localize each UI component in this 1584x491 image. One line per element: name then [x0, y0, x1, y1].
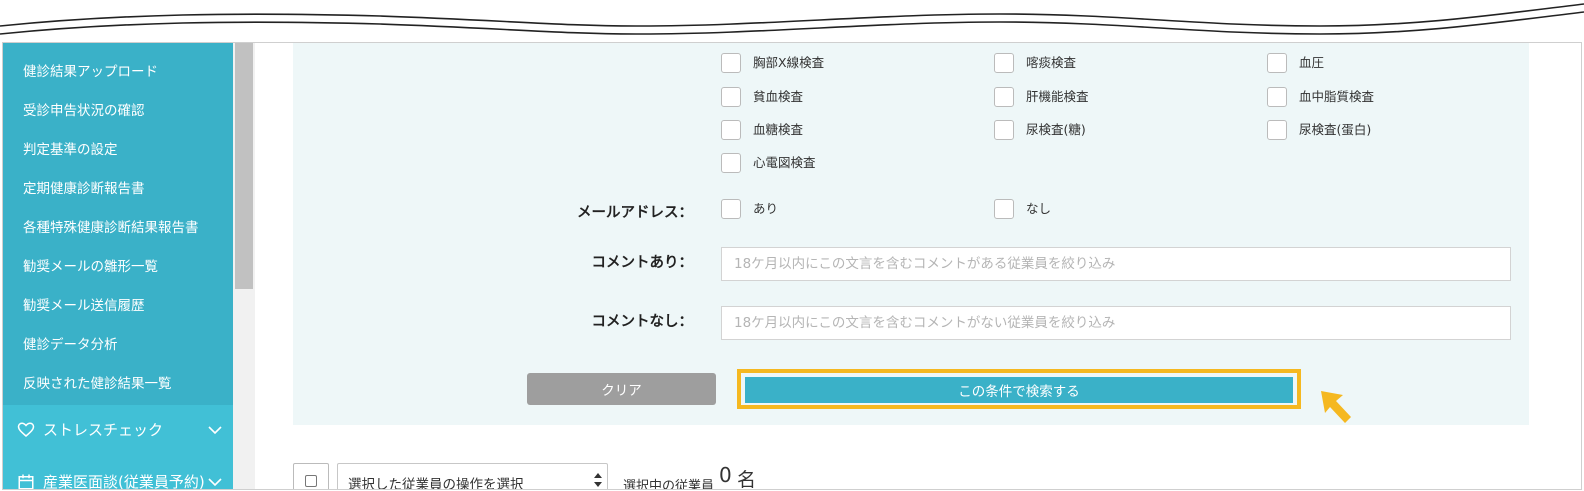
checkbox-email-yes[interactable] [721, 199, 741, 219]
checkbox-email-no[interactable] [994, 199, 1014, 219]
checkbox-liver-function[interactable] [994, 87, 1014, 107]
chevron-down-icon [208, 426, 222, 435]
checkbox-label: 肝機能検査 [1026, 89, 1089, 104]
sidebar-section-stress-check[interactable]: ストレスチェック [3, 405, 233, 457]
calendar-icon [18, 474, 34, 489]
sidebar-item-special-checkup-report[interactable]: 各種特殊健康診断結果報告書 [23, 216, 199, 240]
bulk-action-select-value: 選択した従業員の操作を選択 [348, 477, 524, 490]
sidebar-item-reminder-templates[interactable]: 勧奨メールの雛形一覧 [23, 255, 158, 279]
sidebar-section-label: ストレスチェック [43, 421, 164, 439]
checkbox-blood-pressure[interactable] [1267, 53, 1287, 73]
sidebar: 健診結果アップロード 受診申告状況の確認 判定基準の設定 定期健康診断報告書 各… [3, 43, 233, 489]
checkbox-box [305, 475, 317, 487]
checkbox-label: 血中脂質検査 [1299, 89, 1375, 104]
clear-button[interactable]: クリア [527, 373, 716, 405]
search-filter-panel: 胸部X線検査 喀痰検査 血圧 貧血検査 肝機能検査 血中脂質検査 血糖検査 尿検… [293, 43, 1529, 425]
selected-count-label: 選択中の従業員 [623, 479, 715, 490]
comment-without-input[interactable] [721, 306, 1511, 340]
checkbox-label: 尿検査(糖) [1026, 122, 1086, 137]
checkbox-label: 喀痰検査 [1026, 55, 1077, 70]
checkbox-label: 心電図検査 [753, 155, 816, 170]
checkbox-label: 血圧 [1299, 55, 1325, 70]
selected-count-unit: 名 [737, 469, 757, 490]
checkbox-urine-sugar[interactable] [994, 120, 1014, 140]
checkbox-label: なし [1026, 201, 1052, 216]
checkbox-label: 貧血検査 [753, 89, 804, 104]
checkbox-label: 尿検査(蛋白) [1299, 122, 1372, 137]
checkbox-ecg[interactable] [721, 153, 741, 173]
comment-without-label: コメントなし： [591, 314, 694, 330]
checkbox-label: 血糖検査 [753, 122, 804, 137]
checkbox-blood-sugar[interactable] [721, 120, 741, 140]
checkbox-label: 胸部X線検査 [753, 55, 825, 70]
wavy-edge-decoration [0, 3, 1584, 35]
sidebar-item-reminder-history[interactable]: 勧奨メール送信履歴 [23, 294, 145, 318]
select-arrows-icon [594, 473, 602, 487]
search-button[interactable]: この条件で検索する [745, 377, 1293, 403]
email-filter-label: メールアドレス： [577, 205, 693, 221]
sidebar-section-label: 産業医面談(従業員予約) [43, 473, 205, 489]
select-all-checkbox[interactable] [293, 463, 329, 489]
checkbox-urine-protein[interactable] [1267, 120, 1287, 140]
heart-icon [17, 422, 35, 437]
app-frame: 健診結果アップロード 受診申告状況の確認 判定基準の設定 定期健康診断報告書 各… [2, 42, 1582, 490]
checkbox-sputum[interactable] [994, 53, 1014, 73]
checkbox-label: あり [753, 201, 779, 216]
sidebar-item-judgment-criteria[interactable]: 判定基準の設定 [23, 138, 118, 162]
sidebar-item-health-data-analysis[interactable]: 健診データ分析 [23, 333, 118, 357]
pointer-arrow-icon [1321, 391, 1351, 423]
bulk-action-select[interactable]: 選択した従業員の操作を選択 [337, 463, 608, 490]
sidebar-scrollbar-thumb[interactable] [235, 43, 253, 289]
comment-with-input[interactable] [721, 247, 1511, 281]
sidebar-item-periodic-checkup-report[interactable]: 定期健康診断報告書 [23, 177, 145, 201]
selected-count-value: 0 [719, 463, 732, 487]
sidebar-item-health-result-upload[interactable]: 健診結果アップロード [23, 60, 158, 84]
checkbox-chest-xray[interactable] [721, 53, 741, 73]
sidebar-section-doctor-interview[interactable]: 産業医面談(従業員予約) [3, 457, 233, 489]
comment-with-label: コメントあり： [591, 255, 694, 271]
sidebar-item-self-report-status[interactable]: 受診申告状況の確認 [23, 99, 145, 123]
checkbox-anemia[interactable] [721, 87, 741, 107]
checkbox-blood-lipids[interactable] [1267, 87, 1287, 107]
sidebar-item-reflected-results[interactable]: 反映された健診結果一覧 [23, 372, 172, 396]
chevron-down-icon [208, 478, 222, 487]
